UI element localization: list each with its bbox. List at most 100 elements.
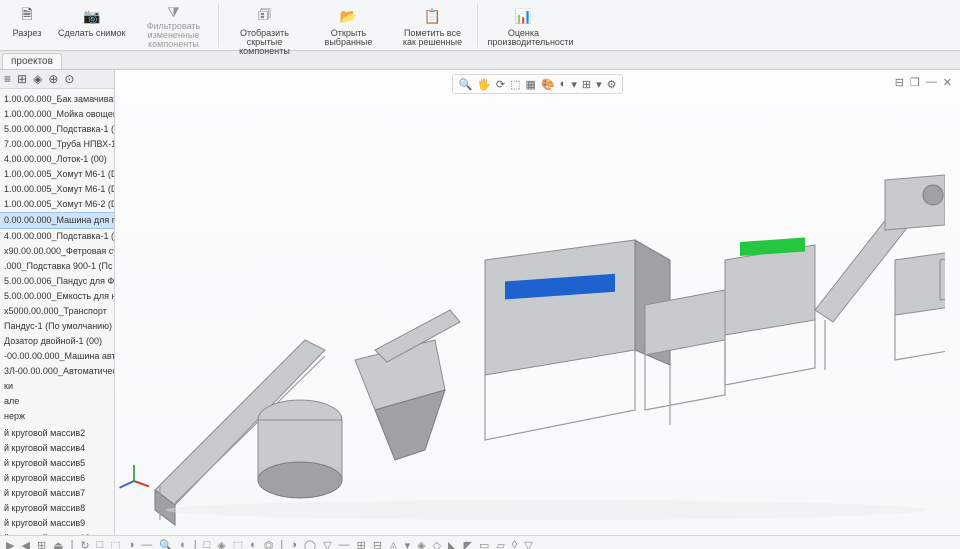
filter-icon: ⧩ <box>161 4 185 21</box>
status-icon[interactable]: ◊ <box>512 539 517 549</box>
window-control-icon[interactable]: ❐ <box>910 76 920 89</box>
status-icon[interactable]: ◇ <box>433 539 441 549</box>
status-icon[interactable]: ▽ <box>323 539 331 549</box>
tree-item[interactable]: х90.00.00.000_Фетровая суш <box>0 244 114 259</box>
status-icon[interactable]: | <box>71 539 74 549</box>
ribbon-open-selected[interactable]: 📂 Открыть выбранные <box>307 1 389 49</box>
status-icon[interactable]: ↻ <box>80 539 89 549</box>
separator <box>218 3 219 47</box>
status-icon[interactable]: ◬ <box>389 539 397 549</box>
status-icon[interactable]: ⬚ <box>110 539 120 549</box>
tree-item[interactable]: 4.00.00.000_Подставка-1 (00 <box>0 229 114 244</box>
status-icon[interactable]: ⏏ <box>53 539 63 549</box>
tree-item[interactable]: -00.00.00.000_Машина авто <box>0 349 114 364</box>
tree-item[interactable]: й круговой массив8 <box>0 501 114 516</box>
disp-tab-icon[interactable]: ⊕ <box>48 72 58 86</box>
status-icon[interactable]: □ <box>204 539 211 549</box>
prop-tab-icon[interactable]: ◈ <box>33 72 42 86</box>
view-tool-icon[interactable]: 🔍 <box>459 78 473 91</box>
status-icon[interactable]: ◣ <box>448 539 456 549</box>
tree-item[interactable]: ки <box>0 379 114 394</box>
tree-item[interactable]: й круговой массив7 <box>0 486 114 501</box>
tab-projects[interactable]: проектов <box>2 53 62 69</box>
view-tool-icon[interactable]: ⚙ <box>607 78 617 91</box>
tree-tab-icon[interactable]: ≡ <box>4 72 11 86</box>
feature-tree[interactable]: 1.00.00.000_Бак замачивате.1.00.00.000_М… <box>0 89 114 535</box>
view-tool-icon[interactable]: ▾ <box>596 78 602 91</box>
panel-tabstrip: проектов <box>0 51 960 70</box>
tree-item[interactable]: 7.00.00.000_Труба НПВХ-1 (. <box>0 137 114 152</box>
tree-item[interactable]: й круговой массив9 <box>0 516 114 531</box>
view-tool-icon[interactable]: 🎨 <box>541 78 555 91</box>
ribbon-snimok[interactable]: 📷 Сделать снимок <box>53 1 130 49</box>
status-icon[interactable]: — <box>141 539 152 549</box>
status-icon[interactable]: ▱ <box>496 539 504 549</box>
status-icon[interactable]: ◐ <box>250 539 257 549</box>
status-icon[interactable]: ◈ <box>417 539 425 549</box>
tree-item[interactable]: 4.00.00.000_Лоток-1 (00) <box>0 152 114 167</box>
status-icon[interactable]: ▭ <box>479 539 489 549</box>
lbl: Оценка производительности <box>487 29 559 47</box>
status-icon[interactable]: ⊟ <box>373 539 382 549</box>
tree-item[interactable]: 5.00.00.006_Пандус для Фор <box>0 274 114 289</box>
view-tool-icon[interactable]: ▾ <box>571 78 577 91</box>
3d-viewport[interactable]: 🔍 🖐 ⟳ ⬚ ▦ 🎨 ◐ ▾ ⊞ ▾ ⚙ ⊟ ❐ — ✕ <box>115 70 960 535</box>
tree-item[interactable]: 5.00.00.000_Емкость для нач <box>0 289 114 304</box>
window-control-icon[interactable]: — <box>926 76 937 89</box>
tree-item[interactable]: але <box>0 394 114 409</box>
ribbon-hidden[interactable]: 🗊 Отобразить скрытые компоненты <box>223 1 305 49</box>
status-icon[interactable]: 🔍 <box>159 539 173 549</box>
tree-item[interactable]: 5.00.00.000_Подставка-1 (00 <box>0 122 114 137</box>
tree-item[interactable]: й круговой массив6 <box>0 471 114 486</box>
ribbon-perf[interactable]: 📊 Оценка производительности <box>482 1 564 49</box>
window-control-icon[interactable]: ✕ <box>943 76 952 89</box>
tree-item[interactable]: х5000.00.000_Транспорт <box>0 304 114 319</box>
tree-item[interactable]: й круговой массив2 <box>0 426 114 441</box>
tree-item[interactable]: 1.00.00.005_Хомут М6-2 (De <box>0 197 114 212</box>
status-icon[interactable]: ▾ <box>405 539 411 549</box>
status-icon[interactable]: □ <box>97 539 104 549</box>
status-icon[interactable]: ▽ <box>524 539 532 549</box>
status-icon[interactable]: ⬚ <box>233 539 243 549</box>
tree-item[interactable]: 1.00.00.005_Хомут М6-1 (De <box>0 182 114 197</box>
check-icon: 📋 <box>420 4 444 28</box>
view-tool-icon[interactable]: ▦ <box>526 78 536 91</box>
view-tool-icon[interactable]: ⬚ <box>510 78 520 91</box>
view-tool-icon[interactable]: 🖐 <box>477 78 491 91</box>
tree-item[interactable]: й круговой массив4 <box>0 441 114 456</box>
tree-item[interactable]: 3Л-00.00.000_Автоматичес <box>0 364 114 379</box>
status-icon[interactable]: | <box>194 539 197 549</box>
tree-item[interactable]: 1.00.00.000_Мойка овощей-1 (П <box>0 107 114 122</box>
status-icon[interactable]: ◀ <box>21 539 29 549</box>
status-icon[interactable]: ◈ <box>217 539 225 549</box>
tree-item[interactable]: й круговой массив5 <box>0 456 114 471</box>
status-icon[interactable]: ⊞ <box>357 539 366 549</box>
window-control-icon[interactable]: ⊟ <box>895 76 904 89</box>
disp2-tab-icon[interactable]: ⊙ <box>64 72 74 86</box>
status-icon[interactable]: ◑ <box>128 539 135 549</box>
tree-item[interactable]: Дозатор двойной-1 (00) <box>0 334 114 349</box>
status-icon[interactable]: | <box>280 539 283 549</box>
config-tab-icon[interactable]: ⊞ <box>17 72 27 86</box>
status-icon[interactable]: ⊞ <box>37 539 46 549</box>
status-icon[interactable]: ◑ <box>290 539 297 549</box>
tree-item[interactable]: .000_Подставка 900-1 (Пс <box>0 259 114 274</box>
status-icon[interactable]: ▶ <box>6 539 14 549</box>
tree-item[interactable]: 1.00.00.005_Хомут М6-1 (De <box>0 167 114 182</box>
tree-item[interactable]: 1.00.00.000_Бак замачивате. <box>0 92 114 107</box>
status-icon[interactable]: ◐ <box>180 539 187 549</box>
tree-item[interactable]: Пандус-1 (По умолчанию) <box>0 319 114 334</box>
tree-item[interactable]: 0.00.00.000_Машина для по <box>0 212 114 229</box>
tree-item[interactable]: нерж <box>0 409 114 424</box>
status-icon[interactable]: ◯ <box>304 539 316 549</box>
status-icon[interactable]: ◤ <box>464 539 472 549</box>
tree-item[interactable]: й круговой массив10 <box>0 531 114 535</box>
status-icon[interactable]: — <box>339 539 350 549</box>
ribbon-mark-resolved[interactable]: 📋 Пометить все как решенные <box>391 1 473 49</box>
view-tool-icon[interactable]: ⊞ <box>582 78 591 91</box>
view-tool-icon[interactable]: ⟳ <box>496 78 505 91</box>
ribbon-razrez[interactable]: 🗎 Разрез <box>3 1 51 49</box>
view-tool-icon[interactable]: ◐ <box>560 78 567 90</box>
status-icon[interactable]: ⏣ <box>264 539 274 549</box>
orientation-triad[interactable] <box>121 457 149 485</box>
